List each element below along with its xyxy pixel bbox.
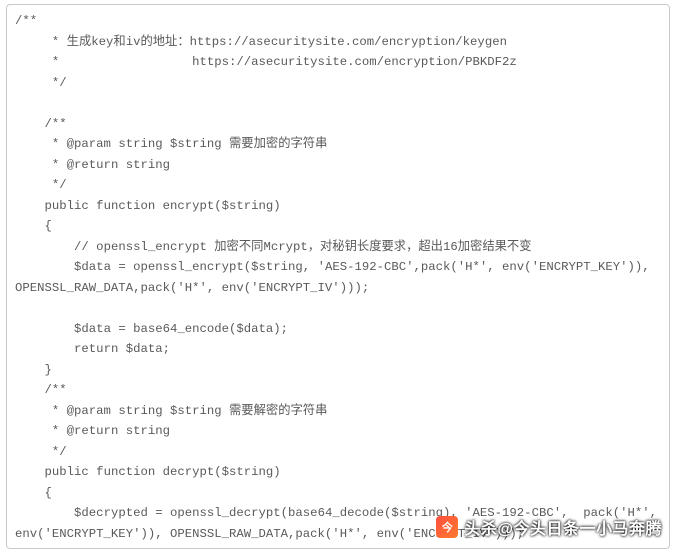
code-container: /** * 生成key和iv的地址：https://asecuritysite.… [6,4,670,549]
code-block: /** * 生成key和iv的地址：https://asecuritysite.… [15,11,661,549]
viewport: /** * 生成key和iv的地址：https://asecuritysite.… [0,0,676,555]
